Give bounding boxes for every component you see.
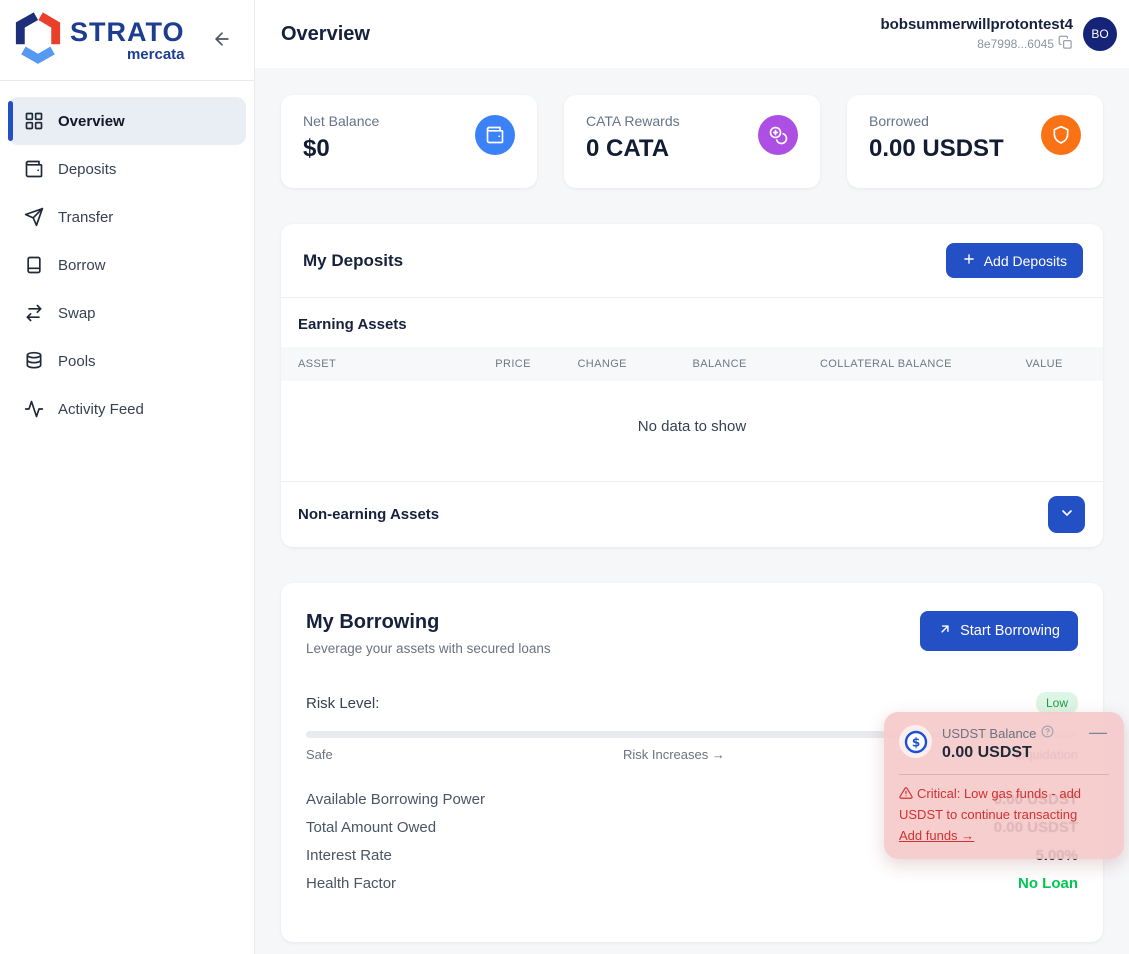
minimize-toast-button[interactable]: — xyxy=(1087,725,1109,739)
book-icon xyxy=(24,255,44,275)
risk-level-label: Risk Level: xyxy=(306,695,379,712)
borrowed-card: Borrowed 0.00 USDST xyxy=(847,95,1103,188)
send-icon xyxy=(24,207,44,227)
sidebar-item-swap[interactable]: Swap xyxy=(0,289,254,337)
start-borrowing-button[interactable]: Start Borrowing xyxy=(920,611,1078,651)
column-balance: BALANCE xyxy=(676,347,803,381)
stat-label: Net Balance xyxy=(303,113,379,129)
column-asset: ASSET xyxy=(281,347,478,381)
brand-subtitle: mercata xyxy=(127,47,185,62)
topbar: Overview bobsummerwillprotontest4 8e7998… xyxy=(255,0,1129,68)
my-borrowing-title: My Borrowing xyxy=(306,611,551,634)
column-change: CHANGE xyxy=(560,347,675,381)
sidebar-item-label: Transfer xyxy=(58,209,113,226)
net-balance-card: Net Balance $0 xyxy=(281,95,537,188)
sidebar-item-label: Borrow xyxy=(58,257,106,274)
sidebar-item-deposits[interactable]: Deposits xyxy=(0,145,254,193)
usdst-coin-icon: $ xyxy=(899,725,932,758)
empty-state-message: No data to show xyxy=(281,381,1103,482)
wallet-address: 8e7998...6045 xyxy=(977,37,1054,51)
app-root: STRATO mercata Overview D xyxy=(0,0,1129,954)
column-price: PRICE xyxy=(478,347,560,381)
toast-warning-text: Critical: Low gas funds - add USDST to c… xyxy=(899,786,1081,822)
toast-divider xyxy=(899,774,1109,775)
health-factor-row: Health Factor No Loan xyxy=(306,875,1078,892)
sidebar-item-label: Deposits xyxy=(58,161,116,178)
plus-icon xyxy=(962,252,976,269)
risk-badge: Low xyxy=(1036,692,1078,714)
stat-value: $0 xyxy=(303,135,379,163)
risk-scale-safe: Safe xyxy=(306,747,333,762)
hexagon-logo-icon xyxy=(12,11,64,70)
sidebar-item-pools[interactable]: Pools xyxy=(0,337,254,385)
arrow-up-right-icon xyxy=(938,622,952,640)
sidebar-header: STRATO mercata xyxy=(0,0,254,81)
wallet-icon xyxy=(475,115,515,155)
minimize-icon: — xyxy=(1089,722,1107,742)
sidebar-nav: Overview Deposits Transfer Borrow xyxy=(0,81,254,433)
copy-icon xyxy=(1058,35,1073,53)
copy-address-button[interactable] xyxy=(1058,35,1073,53)
cata-rewards-card: CATA Rewards 0 CATA xyxy=(564,95,820,188)
warning-triangle-icon xyxy=(899,786,913,806)
column-collateral-balance: COLLATERAL BALANCE xyxy=(803,347,1009,381)
table-header-row: ASSET PRICE CHANGE BALANCE COLLATERAL BA… xyxy=(281,347,1103,381)
brand-name: STRATO xyxy=(70,19,185,46)
coins-icon xyxy=(758,115,798,155)
swap-arrows-icon xyxy=(24,303,44,323)
brand-logo: STRATO mercata xyxy=(12,11,185,70)
wallet-icon xyxy=(24,159,44,179)
arrow-left-icon xyxy=(212,29,232,52)
username: bobsummerwillprotontest4 xyxy=(880,16,1073,33)
column-value: VALUE xyxy=(1008,347,1103,381)
sidebar-item-overview[interactable]: Overview xyxy=(8,97,246,145)
stat-value: 0.00 USDST xyxy=(869,135,1004,163)
sidebar-item-label: Activity Feed xyxy=(58,401,144,418)
risk-scale-increases: Risk Increases → xyxy=(623,747,725,762)
sidebar-item-activity-feed[interactable]: Activity Feed xyxy=(0,385,254,433)
earning-assets-title: Earning Assets xyxy=(281,298,1103,347)
non-earning-assets-title: Non-earning Assets xyxy=(298,506,439,523)
earning-assets-table: ASSET PRICE CHANGE BALANCE COLLATERAL BA… xyxy=(281,347,1103,381)
add-funds-link[interactable]: Add funds → xyxy=(899,828,974,843)
sidebar-item-label: Pools xyxy=(58,353,96,370)
my-borrowing-subtitle: Leverage your assets with secured loans xyxy=(306,641,551,656)
toast-title: USDST Balance xyxy=(942,726,1036,741)
stat-cards-row: Net Balance $0 CATA Rewards 0 CATA xyxy=(281,95,1103,188)
my-deposits-panel: My Deposits Add Deposits Earning Assets … xyxy=(281,224,1103,547)
page-title: Overview xyxy=(281,23,370,46)
non-earning-assets-row: Non-earning Assets xyxy=(281,482,1103,547)
add-deposits-button[interactable]: Add Deposits xyxy=(946,243,1083,278)
activity-icon xyxy=(24,399,44,419)
sidebar-item-borrow[interactable]: Borrow xyxy=(0,241,254,289)
usdst-balance-toast: $ USDST Balance 0.00 USDST — Critical: L… xyxy=(884,712,1124,859)
sidebar: STRATO mercata Overview D xyxy=(0,0,255,954)
sidebar-item-label: Swap xyxy=(58,305,96,322)
sidebar-collapse-button[interactable] xyxy=(208,25,236,56)
help-circle-icon[interactable] xyxy=(1041,725,1054,741)
stat-label: Borrowed xyxy=(869,113,1004,129)
expand-non-earning-button[interactable] xyxy=(1048,496,1085,533)
sidebar-item-transfer[interactable]: Transfer xyxy=(0,193,254,241)
user-block[interactable]: bobsummerwillprotontest4 8e7998...6045 B… xyxy=(880,16,1117,53)
svg-text:$: $ xyxy=(911,735,919,749)
avatar[interactable]: BO xyxy=(1083,17,1117,51)
shield-icon xyxy=(1041,115,1081,155)
my-deposits-title: My Deposits xyxy=(303,251,403,271)
stat-value: 0 CATA xyxy=(586,135,680,163)
chevron-down-icon xyxy=(1059,505,1075,524)
database-icon xyxy=(24,351,44,371)
toast-balance: 0.00 USDST xyxy=(942,744,1054,762)
sidebar-item-label: Overview xyxy=(58,113,125,130)
stat-label: CATA Rewards xyxy=(586,113,680,129)
grid-icon xyxy=(24,111,44,131)
